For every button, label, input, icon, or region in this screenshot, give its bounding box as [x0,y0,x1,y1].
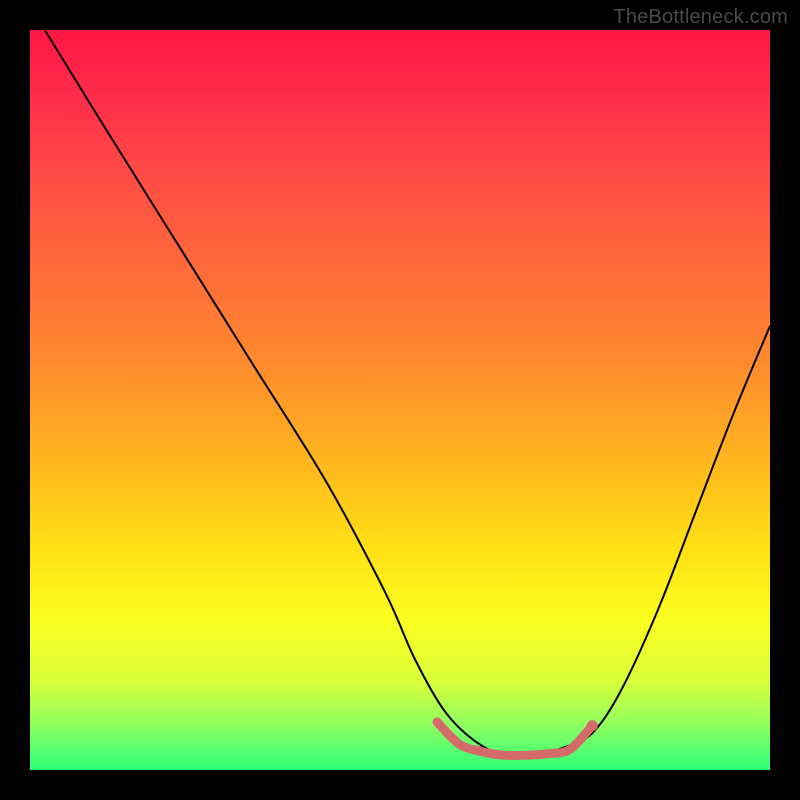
good-range-end-dot [587,720,598,731]
bottleneck-curve [45,30,770,757]
watermark-label: TheBottleneck.com [613,6,788,29]
chart-svg [30,30,770,770]
plot-area [30,30,770,770]
good-range-marker [437,722,592,756]
chart-frame: TheBottleneck.com [0,0,800,800]
